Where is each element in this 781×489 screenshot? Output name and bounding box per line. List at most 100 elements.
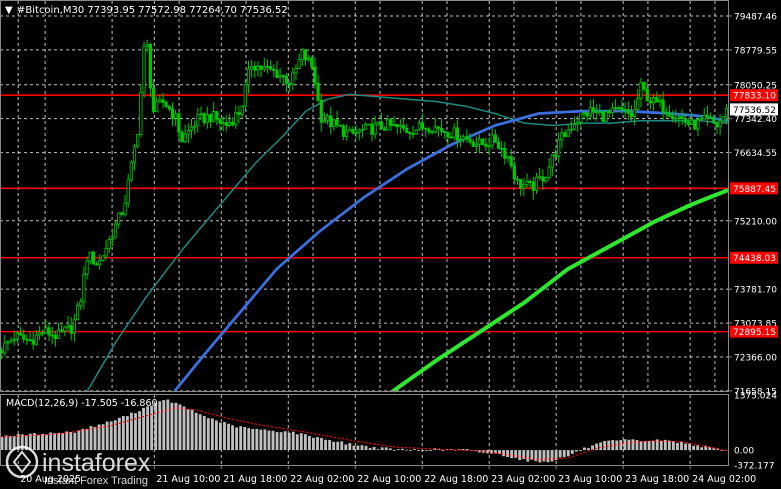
macd-histogram-bar bbox=[429, 450, 433, 451]
candle-body bbox=[110, 237, 114, 240]
macd-histogram-bar bbox=[392, 450, 396, 451]
macd-histogram-bar bbox=[587, 448, 590, 451]
candle-body bbox=[91, 251, 95, 265]
candle-body bbox=[386, 119, 390, 131]
chart-background bbox=[0, 0, 781, 489]
candle-body bbox=[329, 115, 333, 128]
candle-body bbox=[9, 339, 13, 343]
macd-histogram-bar bbox=[684, 443, 687, 451]
macd-histogram-bar bbox=[295, 434, 299, 451]
candle-body bbox=[680, 116, 684, 120]
candle-body bbox=[196, 114, 200, 127]
candle-body bbox=[585, 112, 589, 117]
candle-body bbox=[582, 112, 586, 115]
candle-body bbox=[117, 212, 121, 225]
candle-body bbox=[351, 129, 355, 134]
candle-body bbox=[221, 122, 225, 125]
macd-histogram-bar bbox=[202, 415, 206, 451]
candle-body bbox=[708, 117, 713, 120]
macd-histogram-bar bbox=[546, 450, 550, 463]
candle-body bbox=[215, 111, 219, 120]
candle-body bbox=[218, 118, 222, 124]
time-tick-label: 23 Aug 02:00 bbox=[491, 474, 555, 485]
candle-body bbox=[53, 334, 57, 339]
macd-histogram-bar bbox=[190, 409, 194, 451]
candle-body bbox=[107, 239, 111, 249]
macd-histogram-bar bbox=[45, 434, 48, 451]
macd-histogram-bar bbox=[239, 426, 243, 451]
candle-body bbox=[148, 44, 152, 89]
chart-canvas: 79487.4678779.5578050.2577342.4076634.55… bbox=[0, 0, 781, 489]
candle-body bbox=[629, 112, 634, 117]
time-tick-label: 24 Aug 02:00 bbox=[692, 474, 756, 485]
level-price-label: 74438.03 bbox=[733, 254, 776, 264]
candle-body bbox=[560, 132, 564, 141]
time-tick-label: 22 Aug 18:00 bbox=[424, 474, 488, 485]
macd-histogram-bar bbox=[73, 432, 77, 451]
macd-histogram-bar bbox=[510, 450, 514, 459]
candle-body bbox=[357, 129, 361, 133]
candle-body bbox=[63, 326, 67, 332]
candle-body bbox=[12, 338, 16, 341]
candle-body bbox=[462, 136, 466, 140]
candle-body bbox=[427, 128, 431, 133]
candle-body bbox=[256, 65, 260, 71]
candle-body bbox=[208, 114, 213, 122]
candle-body bbox=[3, 342, 7, 354]
candle-body bbox=[677, 116, 681, 119]
macd-histogram-bar bbox=[619, 440, 623, 451]
candle-body bbox=[142, 46, 146, 93]
macd-histogram-bar bbox=[570, 450, 574, 454]
candle-body bbox=[376, 121, 380, 125]
candle-body bbox=[69, 324, 73, 334]
macd-histogram-bar bbox=[396, 449, 400, 451]
candle-body bbox=[275, 70, 279, 79]
candle-body bbox=[547, 166, 551, 178]
candle-body bbox=[541, 176, 545, 182]
macd-histogram-bar bbox=[61, 433, 65, 451]
macd-histogram-bar bbox=[659, 440, 663, 451]
macd-histogram-bar bbox=[49, 432, 52, 451]
macd-histogram-bar bbox=[4, 435, 8, 451]
macd-histogram-bar bbox=[599, 442, 603, 451]
candle-body bbox=[566, 129, 570, 137]
candle-body bbox=[284, 75, 289, 84]
candle-body bbox=[591, 107, 596, 113]
macd-histogram-bar bbox=[8, 435, 12, 451]
candle-body bbox=[712, 117, 716, 124]
candle-body bbox=[655, 97, 659, 103]
candle-body bbox=[85, 260, 89, 275]
macd-histogram-bar bbox=[307, 435, 311, 451]
candle-body bbox=[104, 248, 108, 257]
candle-body bbox=[367, 123, 371, 126]
macd-histogram-bar bbox=[85, 429, 89, 451]
macd-histogram-bar bbox=[223, 422, 226, 451]
candle-body bbox=[683, 118, 687, 123]
macd-histogram-bar bbox=[41, 433, 44, 451]
candle-body bbox=[60, 329, 64, 332]
candle-body bbox=[297, 59, 301, 69]
candle-body bbox=[696, 119, 700, 130]
macd-histogram-bar bbox=[372, 446, 376, 451]
macd-histogram-bar bbox=[231, 425, 234, 451]
macd-histogram-bar bbox=[65, 431, 69, 451]
macd-histogram-bar bbox=[271, 430, 275, 451]
candle-body bbox=[607, 111, 611, 114]
chart-header-arrow[interactable]: ▼ bbox=[5, 5, 13, 16]
macd-histogram-bar bbox=[182, 406, 186, 451]
macd-histogram-bar bbox=[162, 400, 166, 451]
candle-body bbox=[44, 327, 48, 334]
candle-body bbox=[202, 113, 206, 124]
candle-body bbox=[253, 65, 257, 71]
macd-histogram-bar bbox=[538, 450, 542, 463]
candle-body bbox=[471, 141, 475, 147]
candle-body bbox=[183, 133, 187, 143]
macd-histogram-bar bbox=[130, 412, 133, 451]
candle-body bbox=[294, 68, 298, 74]
candle-body bbox=[25, 338, 29, 341]
candle-body bbox=[509, 156, 513, 167]
candle-body bbox=[430, 131, 434, 134]
candle-body bbox=[465, 136, 469, 140]
candle-body bbox=[338, 124, 342, 127]
macd-histogram-bar bbox=[502, 450, 505, 457]
